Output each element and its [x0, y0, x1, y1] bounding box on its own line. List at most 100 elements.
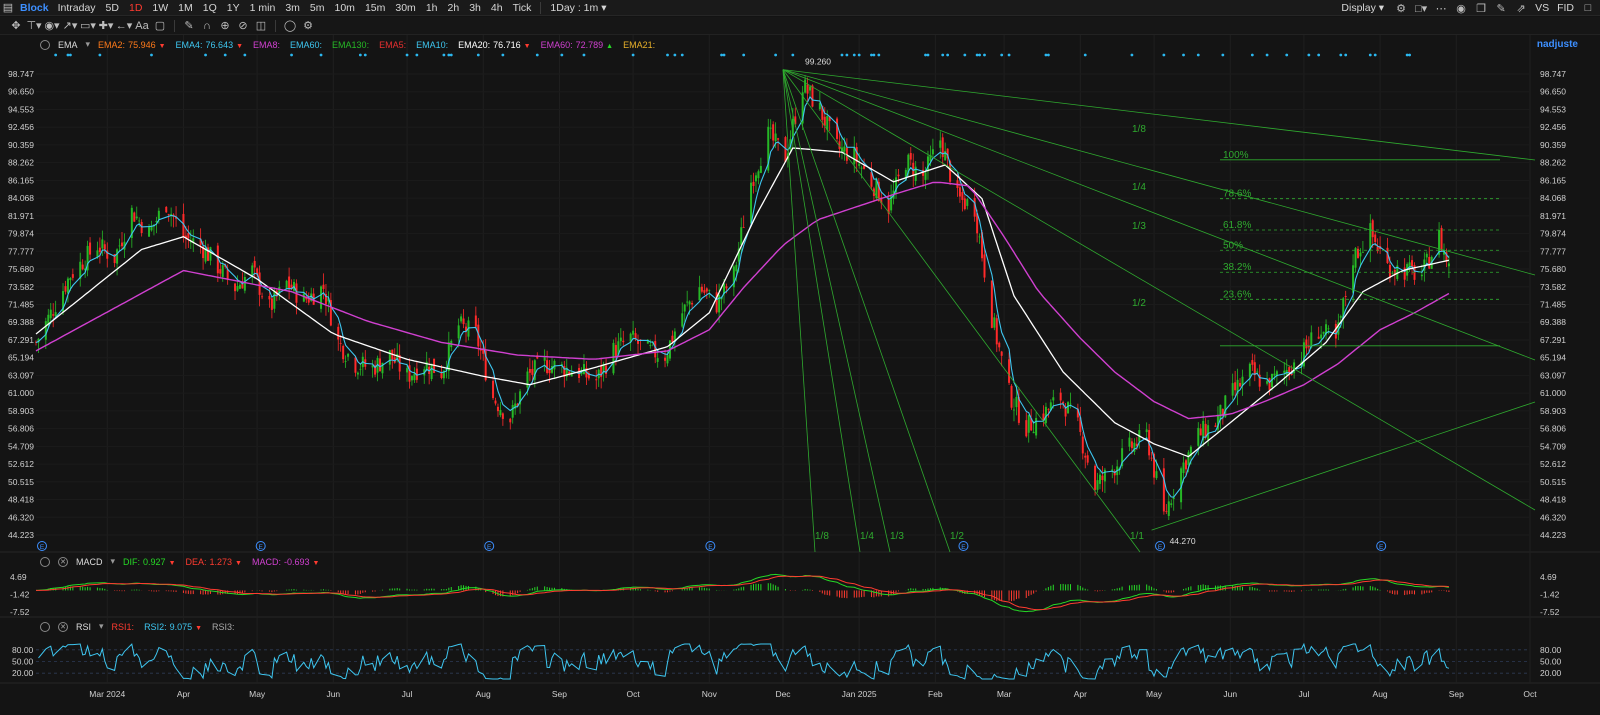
layout-icon[interactable]: □▾ [1413, 1, 1429, 15]
timeframe-tab[interactable]: 1D [124, 2, 147, 14]
timeframe-tab[interactable]: 3h [464, 2, 486, 14]
link-icon[interactable]: ◯ [282, 19, 298, 33]
arrow-tool-icon[interactable]: ←▾ [116, 19, 133, 33]
ema-menu-icon[interactable]: ▾ [86, 39, 91, 50]
timeframe-tab[interactable]: 1h [421, 2, 443, 14]
text-tool-icon[interactable]: Aa [134, 19, 150, 33]
settings-icon[interactable]: ⚙ [1393, 1, 1409, 15]
pencil-icon[interactable]: ✎ [181, 19, 197, 33]
timeframe-tab[interactable]: 1M [173, 2, 198, 14]
cross-tool-icon[interactable]: ✚▾ [98, 19, 114, 33]
candle-body [388, 350, 391, 365]
timeframe-tab[interactable]: 1 min [245, 2, 281, 14]
user-name[interactable]: nadjuste [1537, 39, 1578, 50]
timeframe-tab[interactable]: 1W [147, 2, 173, 14]
macd-menu-icon[interactable]: ▾ [111, 556, 116, 567]
timeframe-tab[interactable]: 3m [280, 2, 305, 14]
candle-body [1145, 429, 1148, 433]
rsi-name[interactable]: RSI [76, 622, 91, 632]
trash-icon[interactable]: ◫ [253, 19, 269, 33]
fib-level-label: 100% [1223, 150, 1249, 161]
candle-body [347, 353, 350, 357]
candle-body [531, 368, 534, 375]
candle-body [993, 317, 996, 328]
compare-button[interactable]: VS [1533, 2, 1551, 14]
timeframe-tab[interactable]: 10m [330, 2, 360, 14]
toolbar-settings-icon[interactable]: ⚙ [300, 19, 316, 33]
timeframe-tab[interactable]: 4h [486, 2, 508, 14]
ema-name[interactable]: EMA [58, 40, 78, 50]
rsi-item: RSI1: [112, 622, 135, 632]
pen-icon[interactable]: ✎ [1493, 1, 1509, 15]
collapse-icon[interactable]: ⇗ [1513, 1, 1529, 15]
ema-settings-icon[interactable] [40, 39, 50, 50]
candle-body [460, 316, 463, 322]
display-menu[interactable]: Display ▾ [1336, 2, 1389, 14]
signal-dot [582, 53, 586, 57]
rsi-settings-icon[interactable] [40, 621, 50, 632]
rsi-close-icon[interactable]: ✕ [58, 621, 68, 632]
copy-icon[interactable]: ❐ [1473, 1, 1489, 15]
camera-icon[interactable]: ◉ [1453, 1, 1469, 15]
lock-icon[interactable]: ⊕ [217, 19, 233, 33]
candle-body [742, 227, 745, 228]
timeframe-tab[interactable]: 1Q [198, 2, 222, 14]
price-tick-label-left: 52.612 [8, 459, 34, 469]
price-tick-label: 58.903 [1540, 406, 1566, 416]
ema-item: EMA20: 76.716 ▼ [458, 40, 530, 50]
candle-body [998, 342, 1001, 348]
timeframe-tab[interactable]: 30m [390, 2, 420, 14]
sidebar-toggle-icon[interactable]: ▤ [0, 1, 16, 15]
rsi-menu-icon[interactable]: ▾ [99, 621, 104, 632]
window-icon[interactable]: □ [1580, 1, 1596, 15]
timeframe-tab[interactable]: Tick [508, 2, 537, 14]
price-tick-label-left: 65.194 [8, 353, 34, 363]
line-tool-icon[interactable]: ⊤▾ [26, 19, 42, 33]
price-tick-label-left: 96.650 [8, 87, 34, 97]
candle-body [1371, 220, 1374, 238]
candle-body [492, 380, 495, 399]
timeframe-tab[interactable]: 5m [305, 2, 330, 14]
chart-area[interactable]: 98.747 98.747 96.650 96.650 94.553 94.553 92.4… [0, 35, 1600, 715]
gann-fan-label: 1/3 [1132, 221, 1146, 232]
rsi-item: RSI2: 9.075 ▼ [144, 622, 202, 632]
candle-body [511, 404, 514, 418]
hide-icon[interactable]: ⊘ [235, 19, 251, 33]
timeframe-tab[interactable]: 5D [101, 2, 124, 14]
interval-select[interactable]: 1Day : 1m ▾ [545, 2, 611, 14]
fid-button[interactable]: FID [1555, 2, 1576, 14]
macd-name[interactable]: MACD [76, 557, 103, 567]
timeframe-tab[interactable]: 1Y [222, 2, 245, 14]
timeframe-tab[interactable]: 15m [360, 2, 390, 14]
candle-body [614, 344, 617, 357]
candle-body [688, 301, 691, 305]
candle-body [138, 220, 141, 222]
x-tick-label: Feb [928, 689, 943, 699]
candle-body [1044, 406, 1047, 424]
price-tick-label-left: 54.709 [8, 441, 34, 451]
comment-icon[interactable]: ▢ [152, 19, 168, 33]
candle-body [1167, 501, 1170, 516]
magnet-icon[interactable]: ∩ [199, 19, 215, 33]
candle-body [157, 210, 160, 220]
macd-settings-icon[interactable] [40, 556, 50, 567]
candle-body [1027, 414, 1030, 433]
trend-tool-icon[interactable]: ↗▾ [62, 19, 78, 33]
timeframe-tab[interactable]: Intraday [53, 2, 101, 14]
more-icon[interactable]: ⋯ [1433, 1, 1449, 15]
price-tick-label: 48.418 [1540, 495, 1566, 505]
rsi-tick-label: 50.00 [1540, 657, 1562, 667]
candle-body [1320, 334, 1323, 339]
macd-close-icon[interactable]: ✕ [58, 556, 68, 567]
symbol-label[interactable]: Block [16, 2, 53, 14]
candle-body [1199, 428, 1202, 436]
signal-dot [1368, 53, 1372, 57]
move-icon[interactable]: ✥ [8, 19, 24, 33]
fib-tool-icon[interactable]: ◉▾ [44, 19, 60, 33]
timeframe-tab[interactable]: 2h [443, 2, 465, 14]
candle-body [253, 260, 256, 268]
price-tick-label: 92.456 [1540, 122, 1566, 132]
x-tick-label: Aug [476, 689, 491, 699]
shape-tool-icon[interactable]: ▭▾ [80, 19, 96, 33]
candle-body [1268, 378, 1271, 390]
